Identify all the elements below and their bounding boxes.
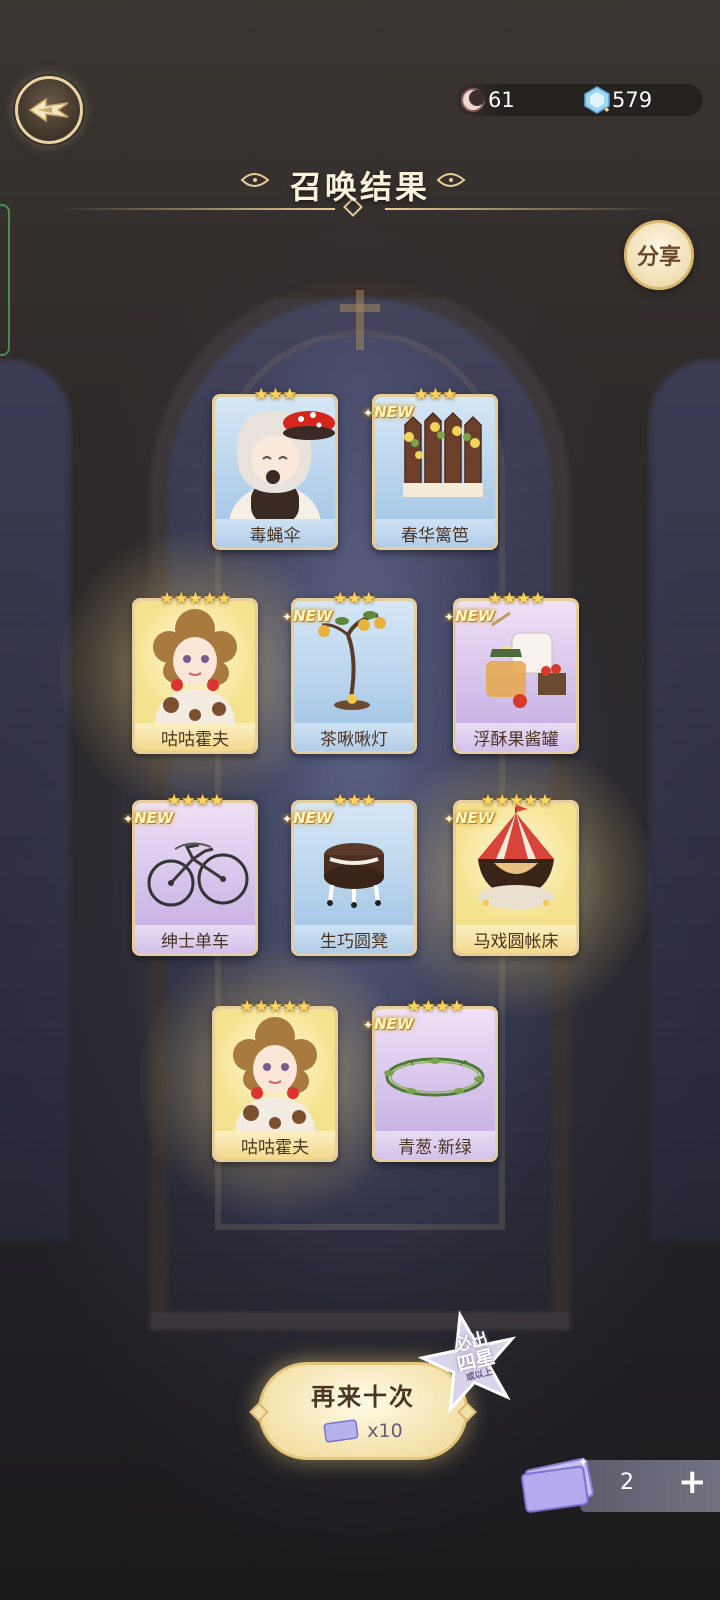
summon-ticket-icon: ✦ [521, 1455, 594, 1513]
card-name: 咕咕霍夫 [215, 1131, 335, 1159]
rarity-stars: ★★★ [332, 791, 377, 811]
sparkle-icon: ✦ [444, 812, 455, 826]
page-title: 召唤结果 [289, 168, 430, 206]
card-name: 茶啾啾灯 [294, 723, 414, 751]
card-name: 咕咕霍夫 [135, 723, 255, 751]
rarity-stars: ★★★★★ [480, 791, 552, 811]
moon-currency: 61 [460, 86, 515, 114]
new-badge: ✦NEW [282, 809, 332, 827]
sparkle-icon: ✦ [282, 812, 293, 826]
sparkle-icon: ✦ [282, 610, 293, 624]
new-badge: ✦NEW [444, 607, 494, 625]
card-name: 马戏圆帐床 [456, 925, 576, 953]
new-badge-label: NEW [293, 607, 333, 625]
new-badge-label: NEW [455, 809, 495, 827]
back-arrow-icon [28, 97, 69, 123]
result-card[interactable]: ★★★★ ✦NEW 绅士单车 [123, 791, 258, 956]
new-badge-label: NEW [134, 809, 174, 827]
gem-currency: ✦ 579 [584, 86, 652, 114]
rarity-stars: ★★★★★ [159, 589, 231, 609]
card-art-mushroom-girl [215, 397, 335, 519]
title-divider-right [385, 208, 660, 210]
sparkle-icon: ✦ [444, 610, 455, 624]
result-card[interactable]: ★★★ ✦NEW 春华篱笆 [363, 385, 498, 550]
moon-icon [461, 88, 485, 112]
svg-text:✦: ✦ [603, 106, 610, 114]
side-drawer-handle[interactable] [0, 204, 10, 356]
sparkle-icon: ✦ [123, 812, 134, 826]
svg-text:✦: ✦ [578, 1455, 588, 1469]
rarity-stars: ★★★★ [166, 791, 225, 811]
back-button[interactable] [15, 76, 83, 144]
background-window-right [650, 360, 720, 1240]
share-button-label: 分享 [636, 245, 681, 270]
new-badge: ✦NEW [123, 809, 173, 827]
rarity-stars: ★★★★★ [239, 997, 311, 1017]
moon-count: 61 [488, 88, 515, 112]
result-card[interactable]: ★★★★★ 咕咕霍夫 [132, 589, 258, 754]
new-badge-label: NEW [455, 607, 495, 625]
new-badge: ✦NEW [363, 1015, 413, 1033]
gem-icon: ✦ [584, 86, 610, 114]
share-button[interactable]: 分享 [624, 220, 694, 290]
page-title-banner: 召唤结果 [50, 156, 670, 226]
title-divider-left [60, 208, 335, 210]
sparkle-icon: ✦ [363, 406, 374, 420]
card-art-curly-girl [215, 1009, 335, 1131]
rarity-stars: ★★★ [332, 589, 377, 609]
rarity-stars: ★★★★ [406, 997, 465, 1017]
result-card[interactable]: ★★★★ ✦NEW 青葱·新绿 [363, 997, 498, 1162]
new-badge: ✦NEW [282, 607, 332, 625]
background-cross [340, 290, 380, 350]
gem-count: 579 [612, 88, 653, 112]
sparkle-icon: ✦ [363, 1018, 374, 1032]
ticket-count: 2 [620, 1470, 634, 1495]
result-card[interactable]: ★★★★★ ✦NEW 马戏圆帐床 [444, 791, 579, 956]
rarity-stars: ★★★ [413, 385, 458, 405]
guarantee-badge: 必出 四星 或以上 [418, 1310, 522, 1414]
result-card[interactable]: ★★★ ✦NEW 生巧圆凳 [282, 791, 417, 956]
ticket-icon [323, 1419, 359, 1443]
card-name: 浮酥果酱罐 [456, 723, 576, 751]
card-name: 毒蝇伞 [215, 519, 335, 547]
new-badge-label: NEW [293, 809, 333, 827]
card-name: 春华篱笆 [375, 519, 495, 547]
new-badge-label: NEW [374, 1015, 414, 1033]
new-badge: ✦NEW [444, 809, 494, 827]
new-badge-label: NEW [374, 403, 414, 421]
card-art-curly-girl [135, 601, 255, 723]
card-name: 青葱·新绿 [375, 1131, 495, 1159]
rarity-stars: ★★★ [253, 385, 298, 405]
result-card[interactable]: ★★★ 毒蝇伞 [212, 385, 338, 550]
card-name: 绅士单车 [135, 925, 255, 953]
result-card[interactable]: ★★★★ ✦NEW 浮酥果酱罐 [444, 589, 579, 754]
result-card[interactable]: ★★★★★ 咕咕霍夫 [212, 997, 338, 1162]
new-badge: ✦NEW [363, 403, 413, 421]
rarity-stars: ★★★★ [487, 589, 546, 609]
result-card[interactable]: ★★★ ✦NEW 茶啾啾灯 [282, 589, 417, 754]
card-name: 生巧圆凳 [294, 925, 414, 953]
add-ticket-button[interactable]: + [678, 1462, 707, 1502]
summon-cost: x10 [261, 1419, 465, 1443]
background-window-left [0, 360, 70, 1240]
summon-cost-value: x10 [367, 1420, 403, 1442]
